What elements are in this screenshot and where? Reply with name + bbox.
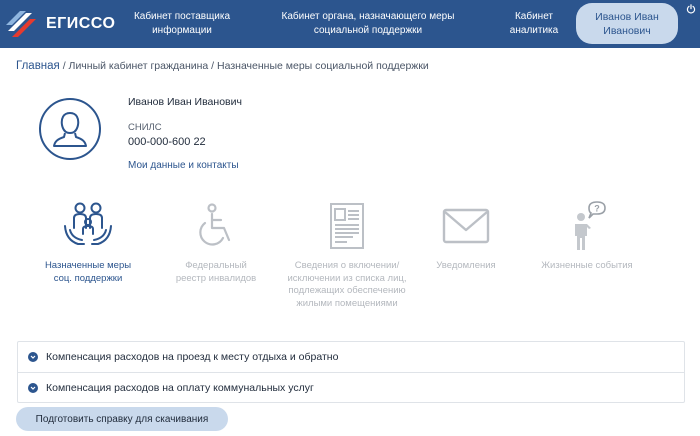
accordion-item-utilities-compensation[interactable]: Компенсация расходов на оплату коммуналь… (18, 372, 684, 402)
profile-fullname: Иванов Иван Иванович (128, 96, 242, 108)
snils-label: СНИЛС (128, 122, 162, 133)
service-label: Уведомления (436, 260, 496, 271)
service-housing-list-info[interactable]: Сведения о включении/исключении из списк… (282, 200, 412, 310)
nav-supplier-cabinet[interactable]: Кабинет поставщика информации (126, 0, 238, 48)
breadcrumb-home-link[interactable]: Главная (16, 60, 60, 72)
person-question-icon: ? (575, 201, 606, 250)
svg-text:?: ? (594, 204, 600, 214)
logo-text: ЕГИССО (46, 15, 116, 32)
service-notifications[interactable]: Уведомления (420, 200, 512, 273)
accordion-item-travel-compensation[interactable]: Компенсация расходов на проезд к месту о… (18, 342, 684, 372)
user-menu-button[interactable]: Иванов Иван Иванович (576, 3, 678, 44)
avatar (39, 98, 101, 160)
service-label: Жизненные события (541, 260, 633, 271)
service-label: Сведения о включении/исключении из списк… (287, 260, 407, 309)
accordion-item-label: Компенсация расходов на проезд к месту о… (46, 351, 339, 363)
my-data-link[interactable]: Мои данные и контакты (128, 160, 239, 171)
user-icon (53, 111, 87, 147)
family-care-icon (64, 202, 112, 245)
service-disability-registry[interactable]: Федеральный реестр инвалидов (170, 200, 262, 285)
nav-authority-cabinet[interactable]: Кабинет органа, назначающего меры социал… (270, 0, 466, 48)
chevron-down-icon (28, 352, 38, 362)
service-label: Назначенные меры соц. поддержки (44, 260, 132, 284)
envelope-icon (442, 208, 490, 244)
measures-accordion: Компенсация расходов на проезд к месту о… (17, 341, 685, 403)
service-life-events[interactable]: ? Жизненные события (532, 200, 642, 273)
breadcrumb: Главная / Личный кабинет гражданина / На… (16, 60, 429, 72)
service-label: Федеральный реестр инвалидов (175, 260, 257, 284)
power-icon[interactable] (686, 4, 696, 14)
breadcrumb-cabinet-link[interactable]: Личный кабинет гражданина (69, 60, 209, 72)
service-social-support-measures[interactable]: Назначенные меры соц. поддержки (36, 200, 140, 285)
document-icon (330, 203, 364, 249)
chevron-down-icon (28, 382, 38, 393)
breadcrumb-separator: / (208, 60, 218, 72)
snils-value: 000-000-600 22 (128, 136, 206, 148)
top-header: ЕГИССО Кабинет поставщика информации Каб… (0, 0, 700, 48)
breadcrumb-current: Назначенные меры социальной поддержки (217, 60, 429, 72)
accordion-item-label: Компенсация расходов на оплату коммуналь… (46, 381, 314, 394)
nav-analytics-cabinet[interactable]: Кабинет аналитика (492, 0, 576, 48)
breadcrumb-separator: / (59, 60, 69, 72)
egisso-logo[interactable]: ЕГИССО (6, 9, 116, 39)
logo-stripes-icon (6, 11, 36, 37)
prepare-certificate-button[interactable]: Подготовить справку для скачивания (16, 407, 228, 431)
wheelchair-icon (199, 203, 231, 246)
